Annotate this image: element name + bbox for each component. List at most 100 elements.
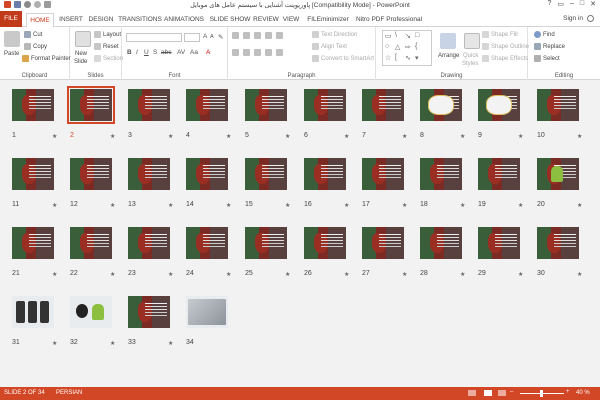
transition-star-icon[interactable]: ★ <box>168 271 173 278</box>
minimize-icon[interactable]: – <box>570 0 574 8</box>
bullets-icon[interactable] <box>232 32 239 39</box>
slide-thumbnail[interactable] <box>128 89 170 121</box>
transition-star-icon[interactable]: ★ <box>518 133 523 140</box>
transition-star-icon[interactable]: ★ <box>285 271 290 278</box>
tab-transitions[interactable]: TRANSITIONS <box>118 13 162 26</box>
close-icon[interactable]: ✕ <box>590 0 596 8</box>
tab-fileminimizer[interactable]: FILEminimizer <box>304 13 352 26</box>
slide-thumbnail[interactable] <box>128 296 170 328</box>
zoom-in-button[interactable]: + <box>566 389 570 395</box>
slide-thumbnail[interactable] <box>186 227 228 259</box>
transition-star-icon[interactable]: ★ <box>344 271 349 278</box>
tab-design[interactable]: DESIGN <box>87 13 115 26</box>
slide-thumbnail[interactable] <box>420 89 462 121</box>
font-color-icon[interactable]: A <box>206 49 210 56</box>
slide-thumbnail[interactable] <box>186 296 228 328</box>
transition-star-icon[interactable]: ★ <box>226 133 231 140</box>
tab-nitro-pdf[interactable]: Nitro PDF Professional <box>354 13 424 26</box>
decrease-indent-icon[interactable] <box>254 32 261 39</box>
transition-star-icon[interactable]: ★ <box>460 271 465 278</box>
tab-view[interactable]: VIEW <box>281 13 301 26</box>
slide-thumbnail[interactable] <box>362 227 404 259</box>
increase-indent-icon[interactable] <box>265 32 272 39</box>
arrow-shape-icon[interactable]: ↘ <box>405 32 411 40</box>
transition-star-icon[interactable]: ★ <box>52 340 57 347</box>
transition-star-icon[interactable]: ★ <box>402 202 407 209</box>
rectangle-shape-icon[interactable]: □ <box>415 32 419 39</box>
smiley-feedback-icon[interactable] <box>587 15 594 22</box>
select-button[interactable]: Select <box>534 55 560 62</box>
slide-thumbnail[interactable] <box>70 227 112 259</box>
maximize-icon[interactable]: □ <box>580 0 584 8</box>
cut-button[interactable]: Cut <box>24 31 42 38</box>
transition-star-icon[interactable]: ★ <box>110 202 115 209</box>
italic-icon[interactable]: I <box>136 49 138 56</box>
tab-home[interactable]: HOME <box>26 13 54 28</box>
transition-star-icon[interactable]: ★ <box>577 202 582 209</box>
transition-star-icon[interactable]: ★ <box>577 271 582 278</box>
slide-thumbnail[interactable] <box>12 158 54 190</box>
zoom-slider-handle[interactable] <box>540 390 543 397</box>
curve-shape-icon[interactable]: ∿ <box>405 54 411 62</box>
slide-thumbnail[interactable] <box>245 158 287 190</box>
paste-icon[interactable] <box>4 31 20 47</box>
slide-thumbnail[interactable] <box>186 158 228 190</box>
bold-icon[interactable]: B <box>127 49 132 56</box>
quick-styles-icon[interactable] <box>464 33 480 49</box>
replace-button[interactable]: Replace <box>534 43 565 50</box>
transition-star-icon[interactable]: ★ <box>110 271 115 278</box>
slide-sorter[interactable]: 1 ★ 2 ★ 3 ★ 4 ★ 5 ★ 6 ★ 7 ★ 8 ★ 9 ★ 10 ★ 11 ★ 12 ★ 13 ★ 14 ★ 15 ★ 16 ★ 1… <box>0 80 600 387</box>
quick-styles-button[interactable]: Quick <box>463 53 478 59</box>
align-text-button[interactable]: Align Text <box>312 43 347 50</box>
layout-button[interactable]: Layout <box>94 31 121 38</box>
text-box-shape-icon[interactable]: ▭ <box>385 32 392 40</box>
section-button[interactable]: Section <box>94 55 123 62</box>
transition-star-icon[interactable]: ★ <box>344 202 349 209</box>
font-size-box[interactable] <box>184 33 200 42</box>
slide-thumbnail[interactable] <box>12 296 54 328</box>
triangle-shape-icon[interactable]: △ <box>395 43 400 51</box>
slide-thumbnail[interactable] <box>362 158 404 190</box>
quick-styles-button-line2[interactable]: Styles <box>462 61 478 67</box>
shadow-icon[interactable]: S <box>153 49 157 56</box>
new-slide-icon[interactable] <box>75 31 91 47</box>
copy-button[interactable]: Copy <box>24 43 47 50</box>
oval-shape-icon[interactable]: ○ <box>385 43 389 50</box>
shape-effects-button[interactable]: Shape Effects <box>482 55 528 62</box>
slide-thumbnail[interactable] <box>67 86 115 124</box>
tab-animations[interactable]: ANIMATIONS <box>164 13 204 26</box>
shape-fill-button[interactable]: Shape Fill <box>482 31 518 38</box>
more-shapes-icon[interactable]: ▾ <box>415 54 419 62</box>
tab-slide-show[interactable]: SLIDE SHOW <box>208 13 252 26</box>
slide-thumbnail[interactable] <box>128 227 170 259</box>
transition-star-icon[interactable]: ★ <box>168 133 173 140</box>
strikethrough-icon[interactable]: abc <box>161 49 171 56</box>
slide-thumbnail[interactable] <box>537 158 579 190</box>
format-painter-button[interactable]: Format Painter <box>22 55 71 62</box>
transition-star-icon[interactable]: ★ <box>226 202 231 209</box>
transition-star-icon[interactable]: ★ <box>168 340 173 347</box>
find-button[interactable]: Find <box>534 31 555 38</box>
language-indicator[interactable]: PERSIAN <box>56 390 82 396</box>
text-direction-button[interactable]: Text Direction <box>312 31 357 38</box>
zoom-level[interactable]: 40 % <box>576 390 590 396</box>
transition-star-icon[interactable]: ★ <box>285 202 290 209</box>
arrange-icon[interactable] <box>440 33 456 49</box>
clear-formatting-icon[interactable]: ✎ <box>218 33 223 41</box>
transition-star-icon[interactable]: ★ <box>52 271 57 278</box>
slide-thumbnail[interactable] <box>304 158 346 190</box>
line-spacing-icon[interactable] <box>276 32 283 39</box>
slide-thumbnail[interactable] <box>478 158 520 190</box>
slide-thumbnail[interactable] <box>304 89 346 121</box>
transition-star-icon[interactable]: ★ <box>52 133 57 140</box>
slide-thumbnail[interactable] <box>362 89 404 121</box>
character-spacing-icon[interactable]: AV <box>177 49 185 56</box>
reading-view-icon[interactable] <box>498 390 506 396</box>
slide-sorter-view-icon[interactable] <box>484 390 492 396</box>
help-icon[interactable]: ? <box>547 0 551 8</box>
slide-thumbnail[interactable] <box>420 227 462 259</box>
tab-review[interactable]: REVIEW <box>252 13 280 26</box>
shapes-gallery[interactable]: ▭ \ ↘ □ ○ △ ⇨ { ☆ [ ∿ ▾ <box>382 30 432 66</box>
shrink-font-icon[interactable]: A <box>210 34 214 40</box>
align-left-icon[interactable] <box>232 49 239 56</box>
